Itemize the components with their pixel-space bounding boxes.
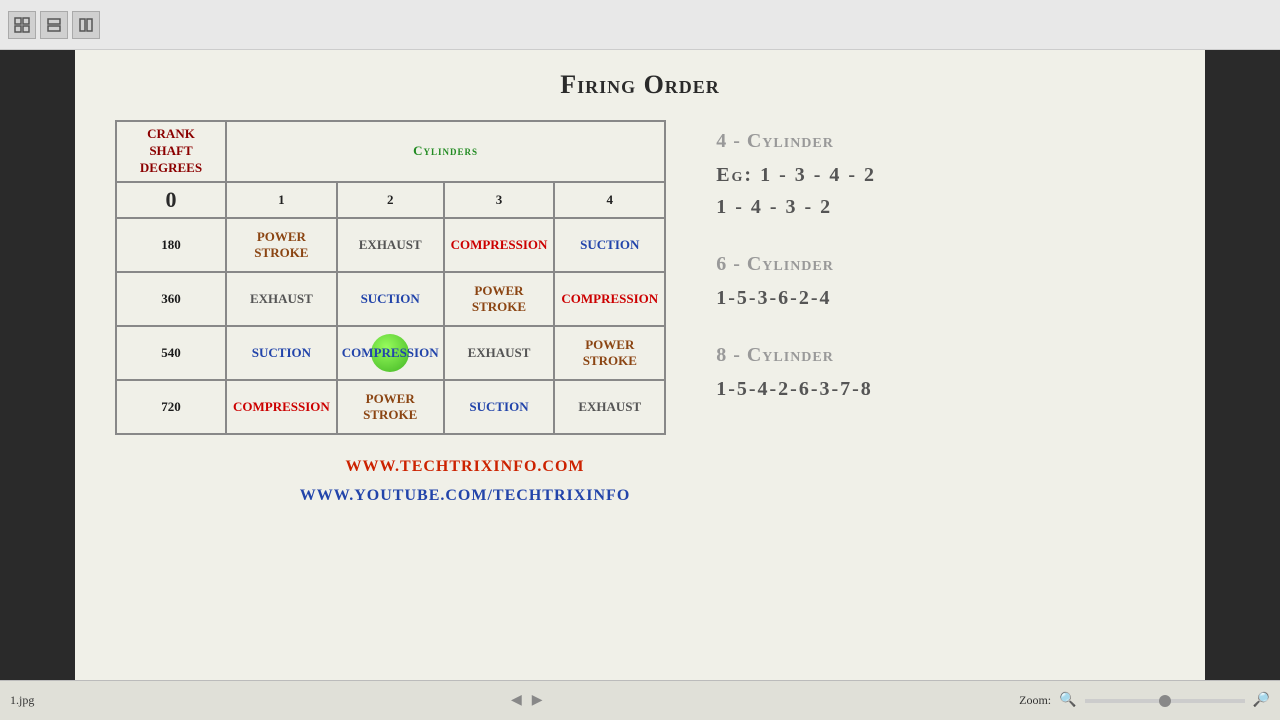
zoom-label: Zoom:: [1019, 693, 1051, 708]
cylinder4-section: 4 - Cylinder Eg: 1 - 3 - 4 - 2 1 - 4 - 3…: [716, 130, 1165, 223]
cell-exhaust-4: EXHAUST: [554, 380, 665, 434]
cell-suction-1: SUCTION: [226, 326, 337, 380]
cell-power-stroke-1: POWERSTROKE: [226, 218, 337, 272]
zoom-icon-plus[interactable]: 🔎: [1253, 692, 1270, 709]
cell-suction-4: SUCTION: [554, 218, 665, 272]
footer-link-2: www.youtube.com/techtrixinfo: [115, 482, 815, 511]
cell-exhaust-2: EXHAUST: [337, 218, 444, 272]
cylinder4-title: 4 - Cylinder: [716, 130, 1165, 153]
cell-power-stroke-2: POWERSTROKE: [337, 380, 444, 434]
cylinder4-firing2: 1 - 4 - 3 - 2: [716, 191, 1165, 223]
next-arrow[interactable]: ▶: [532, 692, 543, 709]
footer-link-1: www.techtrixinfo.com: [115, 453, 815, 482]
degree-540: 540: [116, 326, 226, 380]
navigation-controls: ◀ ▶: [511, 692, 543, 709]
degree-0: 0: [116, 182, 226, 218]
zoom-icon-minus[interactable]: 🔍: [1059, 692, 1076, 709]
col-4: 4: [554, 182, 665, 218]
col-3: 3: [444, 182, 555, 218]
table-row: 180 POWERSTROKE EXHAUST COMPRESSION SUCT…: [116, 218, 665, 272]
degree-180: 180: [116, 218, 226, 272]
cylinder8-section: 8 - Cylinder 1-5-4-2-6-3-7-8: [716, 344, 1165, 405]
cell-compression-highlighted: COMPRESSION: [337, 326, 444, 380]
cylinder6-firing: 1-5-3-6-2-4: [716, 282, 1165, 314]
footer-links: www.techtrixinfo.com www.youtube.com/tec…: [115, 453, 815, 511]
cell-suction-3: SUCTION: [444, 380, 555, 434]
cell-compression-1: COMPRESSION: [226, 380, 337, 434]
cell-exhaust-1: EXHAUST: [226, 272, 337, 326]
table-row: 360 EXHAUST SUCTION POWERSTROKE COMPRESS…: [116, 272, 665, 326]
toolbar: [0, 0, 1280, 50]
col-2: 2: [337, 182, 444, 218]
degree-360: 360: [116, 272, 226, 326]
toolbar-btn-3[interactable]: [72, 11, 100, 39]
page-title: Firing Order: [115, 70, 1165, 100]
firing-order-table: CRANK SHAFT DEGREES Cylinders 0 1 2 3 4 …: [115, 120, 666, 435]
crank-header: CRANK SHAFT DEGREES: [116, 121, 226, 182]
degree-720: 720: [116, 380, 226, 434]
info-panel: 4 - Cylinder Eg: 1 - 3 - 4 - 2 1 - 4 - 3…: [696, 120, 1165, 435]
zoom-handle[interactable]: [1159, 695, 1171, 707]
cylinders-header: Cylinders: [226, 121, 665, 182]
cylinder6-section: 6 - Cylinder 1-5-3-6-2-4: [716, 253, 1165, 314]
cylinder4-firing1: Eg: 1 - 3 - 4 - 2: [716, 159, 1165, 191]
cell-power-stroke-3: POWERSTROKE: [444, 272, 555, 326]
toolbar-btn-2[interactable]: [40, 11, 68, 39]
right-sidebar: [1205, 50, 1280, 680]
cell-compression-4: COMPRESSION: [554, 272, 665, 326]
zoom-slider[interactable]: [1085, 699, 1245, 703]
col-1: 1: [226, 182, 337, 218]
status-bar: 1.jpg ◀ ▶ Zoom: 🔍 🔎: [0, 680, 1280, 720]
cell-power-stroke-4: POWERSTROKE: [554, 326, 665, 380]
filename-label: 1.jpg: [10, 693, 34, 708]
cell-exhaust-3: EXHAUST: [444, 326, 555, 380]
main-content: Firing Order CRANK SHAFT DEGREES Cylinde…: [75, 50, 1205, 680]
prev-arrow[interactable]: ◀: [511, 692, 522, 709]
cell-compression-3: COMPRESSION: [444, 218, 555, 272]
cylinder8-title: 8 - Cylinder: [716, 344, 1165, 367]
zoom-control: Zoom: 🔍 🔎: [1019, 692, 1270, 709]
table-row: 540 SUCTION COMPRESSION EXHAUST POWERSTR…: [116, 326, 665, 380]
cell-suction-2: SUCTION: [337, 272, 444, 326]
toolbar-btn-1[interactable]: [8, 11, 36, 39]
cylinder6-title: 6 - Cylinder: [716, 253, 1165, 276]
cylinder8-firing: 1-5-4-2-6-3-7-8: [716, 373, 1165, 405]
table-row: 720 COMPRESSION POWERSTROKE SUCTION EXHA…: [116, 380, 665, 434]
content-row: CRANK SHAFT DEGREES Cylinders 0 1 2 3 4 …: [115, 120, 1165, 435]
left-sidebar: [0, 50, 75, 680]
